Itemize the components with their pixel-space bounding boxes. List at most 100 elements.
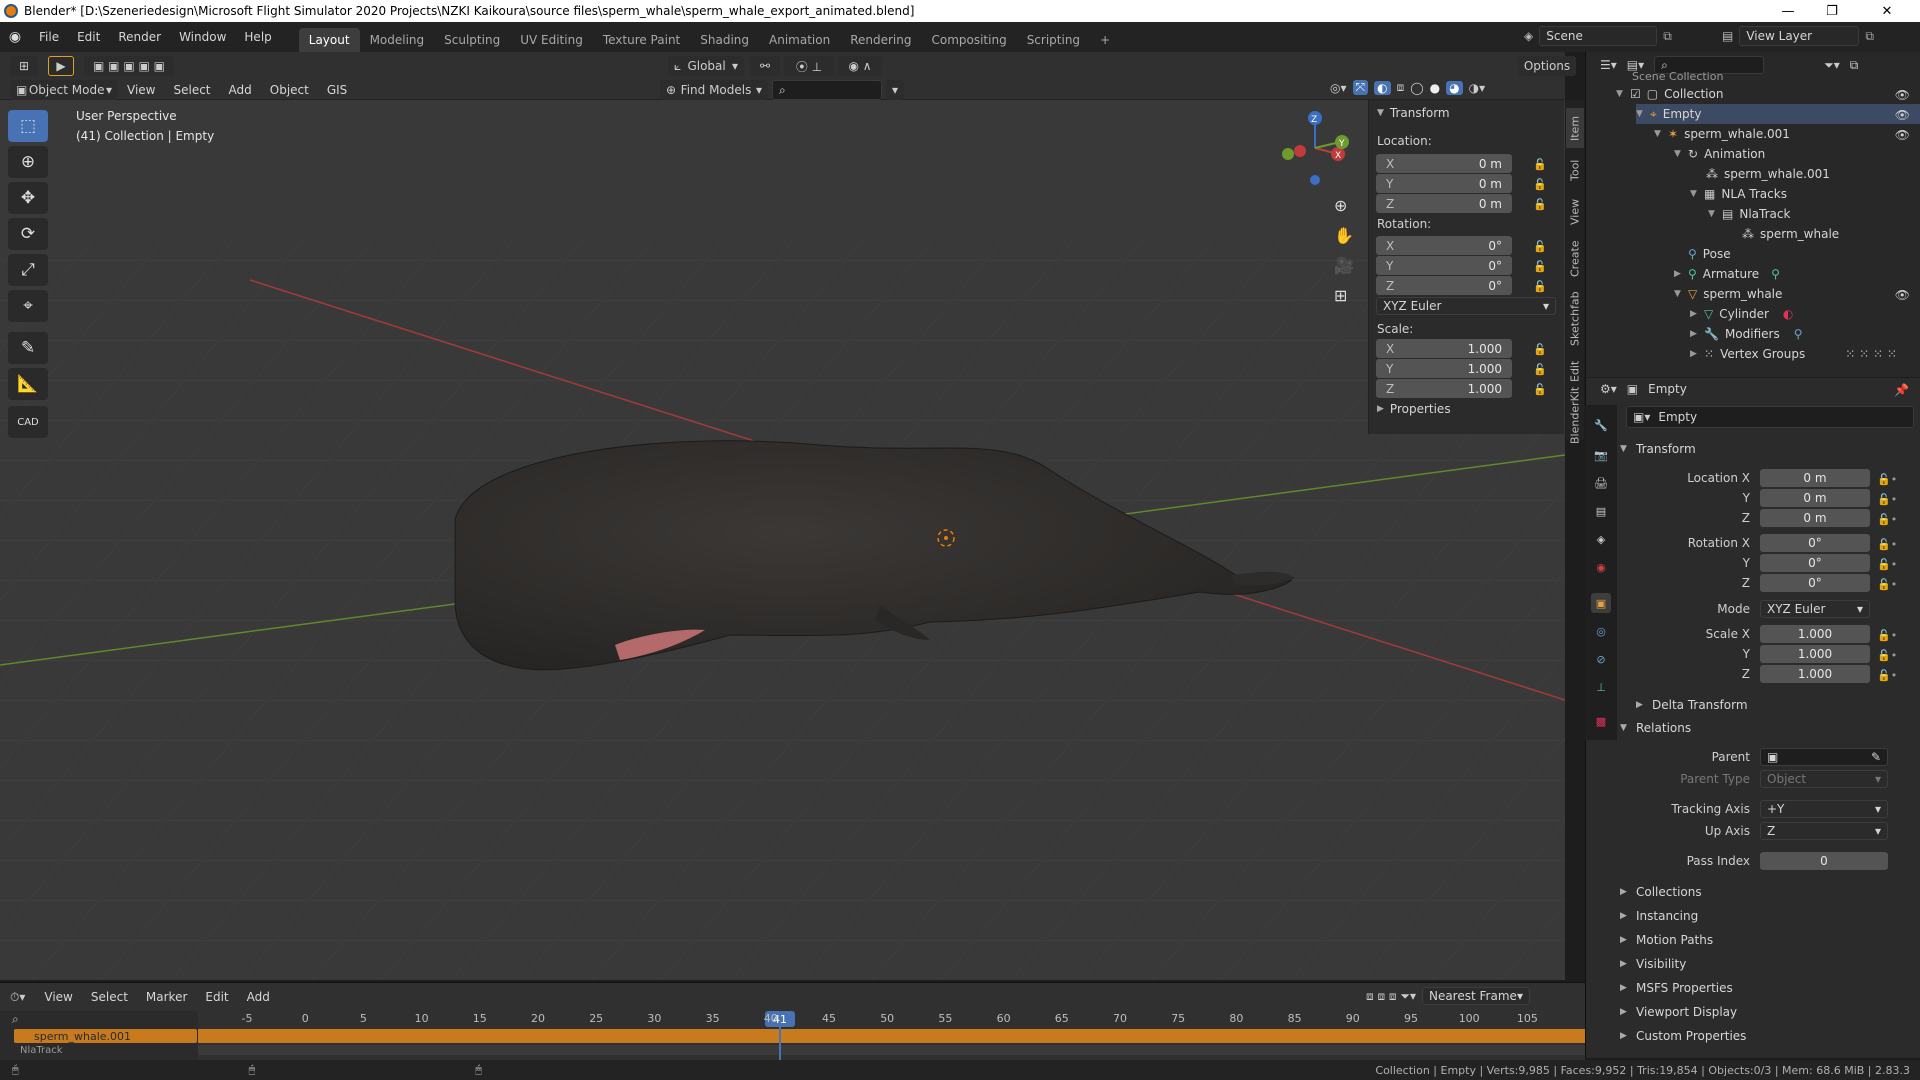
lock-icons-column[interactable]: 🔓• 🔓• 🔓• <box>1877 470 1897 530</box>
view-layer-tab-icon[interactable]: ▤ <box>1591 501 1611 521</box>
outliner-row-action[interactable]: ⁂ sperm_whale.001 <box>1706 164 1830 184</box>
tab-create[interactable]: Create <box>1566 236 1584 282</box>
camera-view-icon[interactable]: 🎥 <box>1334 256 1354 275</box>
find-models-menu-icon[interactable]: ▾ <box>886 80 904 100</box>
xray-icon[interactable]: ⧈ <box>1397 80 1405 95</box>
eye-icon[interactable]: 👁 <box>1895 288 1910 302</box>
scene-tab-icon[interactable]: ◈ <box>1591 529 1611 549</box>
npanel-rotation-x[interactable]: X 0° <box>1376 236 1512 255</box>
material-shading-icon[interactable]: ◕ <box>1446 80 1463 95</box>
new-collection-icon[interactable]: ⧉ <box>1850 58 1859 73</box>
world-tab-icon[interactable]: ◉ <box>1591 557 1611 577</box>
npanel-scale-z[interactable]: Z 1.000 <box>1376 379 1512 398</box>
scale-tool-icon[interactable]: ⤢ <box>8 254 48 286</box>
npanel-properties-header[interactable]: ▶ Properties <box>1377 402 1451 416</box>
npanel-transform-header[interactable]: ▼ Transform <box>1377 106 1450 120</box>
cursor-tool-icon[interactable]: ⊕ <box>8 146 48 178</box>
timeline-filter-icons[interactable]: ⧈ ⧈ ⧈ ⏷▾ <box>1366 989 1416 1004</box>
section-viewport-display[interactable]: ▶ Viewport Display <box>1620 1001 1918 1023</box>
pan-hand-icon[interactable]: ✋ <box>1334 226 1354 245</box>
blender-menu-icon[interactable]: ◉ <box>0 29 30 45</box>
object-name-field[interactable]: ▣▾ Empty <box>1626 406 1914 428</box>
texture-tab-icon[interactable]: ▩ <box>1591 711 1611 731</box>
move-tool-icon[interactable]: ✥ <box>8 182 48 214</box>
outliner-row-nlatrack[interactable]: ▼ ▤ NlaTrack <box>1708 204 1790 224</box>
eye-icon[interactable]: 👁 <box>1895 108 1910 122</box>
timeline-menu-select[interactable]: Select <box>82 987 137 1007</box>
view-layer-selector[interactable]: View Layer <box>1739 26 1860 46</box>
prop-scale-x[interactable]: 1.000 <box>1760 625 1870 643</box>
outliner-editor-icon[interactable]: ☰▾ <box>1600 58 1617 72</box>
nla-strip[interactable] <box>198 1029 1585 1043</box>
maximize-icon[interactable]: ❐ <box>1810 0 1854 22</box>
npanel-rotation-y[interactable]: Y 0° <box>1376 256 1512 275</box>
proportional-edit-icon[interactable]: ◉ ∧ <box>838 56 882 76</box>
overlay-toggle-icon[interactable]: ◐ <box>1374 80 1391 95</box>
select-box-tool-icon[interactable]: ⬚ <box>8 110 48 142</box>
tab-scripting[interactable]: Scripting <box>1017 28 1090 52</box>
visibility-icon[interactable]: ◎▾ <box>1330 81 1347 95</box>
outliner-row-whale-mesh[interactable]: ▼ ▽ sperm_whale <box>1674 284 1782 304</box>
outliner-row-whale-armature[interactable]: ▼ ✶ sperm_whale.001 <box>1654 124 1790 144</box>
menu-edit[interactable]: Edit <box>68 22 109 52</box>
transform-tool-icon[interactable]: ⌖ <box>8 290 48 322</box>
filter-icon[interactable]: ⏷▾ <box>1824 58 1840 73</box>
menu-help[interactable]: Help <box>235 22 280 52</box>
pivot-point-icon[interactable]: ⚯ <box>750 56 780 76</box>
add-workspace-button[interactable]: + <box>1090 28 1120 52</box>
lock-icon[interactable]: 🔓 <box>1533 260 1547 273</box>
physics-tab-icon[interactable]: ◎ <box>1591 621 1611 641</box>
menu-file[interactable]: File <box>30 22 68 52</box>
lock-icons-column[interactable]: 🔓• 🔓• 🔓• <box>1877 535 1897 595</box>
rendered-shading-icon[interactable]: ◑▾ <box>1469 81 1486 95</box>
tracking-axis-dropdown[interactable]: +Y ▾ <box>1760 800 1888 818</box>
pin-icon[interactable]: 📌 <box>1894 383 1909 397</box>
editor-type-icon[interactable]: ⊞ <box>10 56 38 76</box>
lock-icon[interactable]: 🔓 <box>1533 280 1547 293</box>
prop-rotation-z[interactable]: 0° <box>1760 574 1870 592</box>
timeline-menu-add[interactable]: Add <box>238 987 279 1007</box>
checkbox-icon[interactable]: ☑ <box>1630 87 1641 101</box>
outliner-row-cylinder[interactable]: ▶ ▽ Cylinder ◐ <box>1690 304 1793 324</box>
navigation-gizmo[interactable]: Z X Y <box>1270 106 1350 186</box>
options-button[interactable]: Options <box>1518 56 1576 76</box>
section-instancing[interactable]: ▶ Instancing <box>1620 905 1918 927</box>
rotate-tool-icon[interactable]: ⟳ <box>8 218 48 250</box>
outliner-row-collection[interactable]: ▼ ☑ ▢ Collection <box>1616 84 1723 104</box>
minimize-icon[interactable]: — <box>1766 0 1810 22</box>
parent-field[interactable]: ▣ ✎ <box>1760 748 1888 766</box>
section-transform[interactable]: ▼ Transform <box>1620 438 1918 460</box>
npanel-scale-x[interactable]: X 1.000 <box>1376 339 1512 358</box>
snap-icon[interactable]: ⦿ ⊥ <box>784 56 834 76</box>
outliner-row-nla-tracks[interactable]: ▼ ▦ NLA Tracks <box>1690 184 1787 204</box>
npanel-rotation-z[interactable]: Z 0° <box>1376 276 1512 295</box>
lock-icon[interactable]: 🔓 <box>1533 363 1547 376</box>
tab-edit[interactable]: Edit <box>1566 356 1584 386</box>
eye-icon[interactable]: 👁 <box>1895 128 1910 142</box>
npanel-location-z[interactable]: Z 0 m <box>1376 194 1512 213</box>
outliner-row-pose[interactable]: ⚲ Pose <box>1688 244 1731 264</box>
tab-sculpting[interactable]: Sculpting <box>434 28 510 52</box>
lock-icon[interactable]: 🔓 <box>1533 383 1547 396</box>
section-visibility[interactable]: ▶ Visibility <box>1620 953 1918 975</box>
object-tab-icon[interactable]: ▣ <box>1591 593 1611 613</box>
menu-window[interactable]: Window <box>170 22 235 52</box>
new-scene-icon[interactable]: ⧉ <box>1663 29 1672 44</box>
gizmo-toggle-icon[interactable]: ⤧ <box>1352 80 1369 95</box>
outliner-row-animation[interactable]: ▼ ↻ Animation <box>1674 144 1765 164</box>
ortho-toggle-icon[interactable]: ⊞ <box>1334 286 1347 305</box>
close-icon[interactable]: ✕ <box>1854 0 1920 22</box>
vp-menu-gis[interactable]: GIS <box>318 80 356 100</box>
npanel-rotation-mode-dropdown[interactable]: XYZ Euler ▾ <box>1376 297 1556 315</box>
find-models-search-input[interactable]: ⌕ <box>772 80 882 100</box>
prop-location-y[interactable]: 0 m <box>1760 489 1870 507</box>
outliner-row-scene-collection[interactable]: Scene Collection <box>1632 66 1723 86</box>
lock-icon[interactable]: 🔓 <box>1533 158 1547 171</box>
prop-rotation-y[interactable]: 0° <box>1760 554 1870 572</box>
lock-icon[interactable]: 🔓 <box>1533 178 1547 191</box>
vp-menu-add[interactable]: Add <box>220 80 261 100</box>
lock-icon[interactable]: 🔓 <box>1533 240 1547 253</box>
timeline-menu-view[interactable]: View <box>35 987 81 1007</box>
nla-track-channel[interactable]: sperm_whale.001 <box>14 1029 197 1043</box>
tab-item[interactable]: Item <box>1566 108 1584 148</box>
